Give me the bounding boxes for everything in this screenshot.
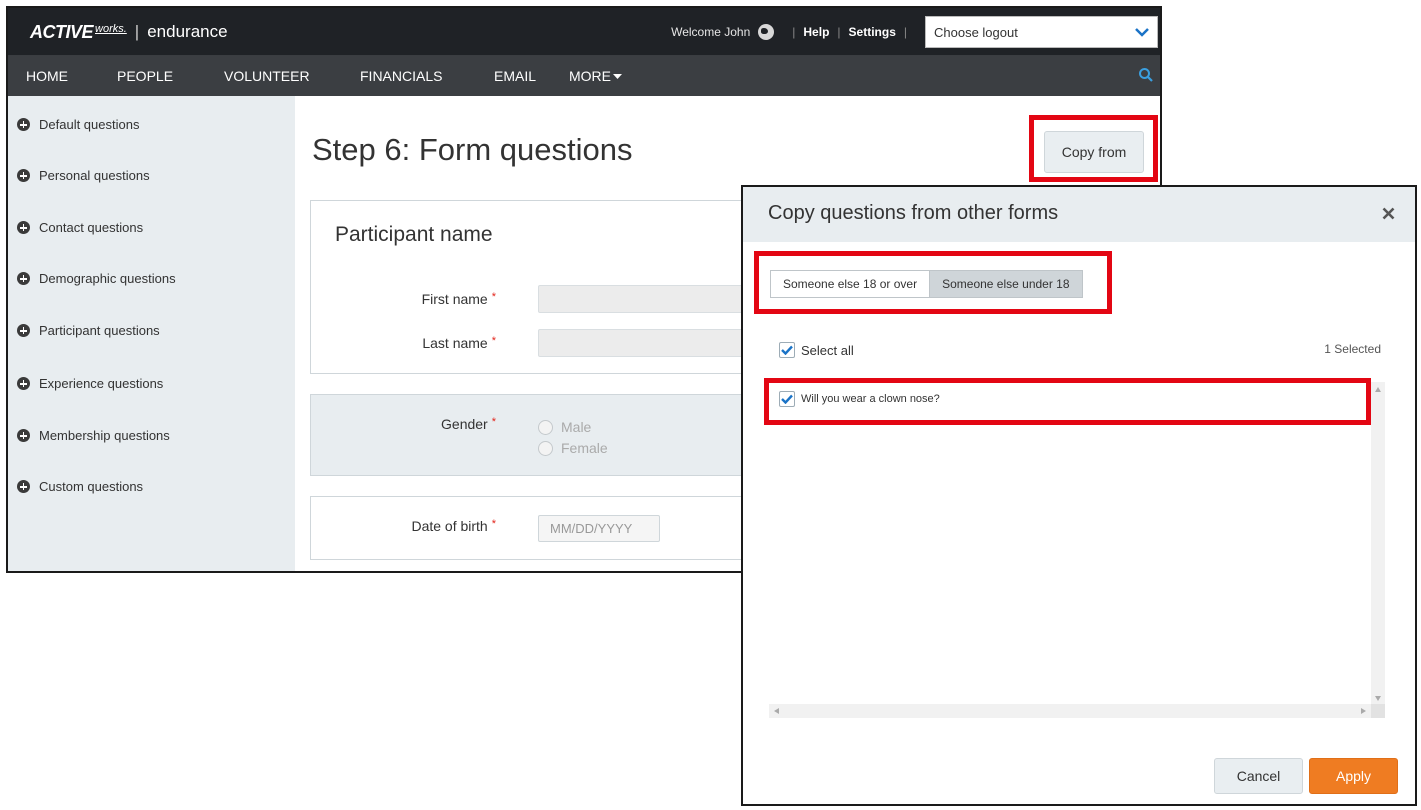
dob-label: Date of birth * bbox=[311, 518, 496, 534]
plus-circle-icon bbox=[17, 169, 30, 182]
sidebar-item-custom-questions[interactable]: Custom questions bbox=[17, 479, 143, 494]
sidebar-item-demographic-questions[interactable]: Demographic questions bbox=[17, 271, 176, 286]
plus-circle-icon bbox=[17, 480, 30, 493]
brand-works-text: works. bbox=[95, 23, 127, 35]
sidebar-item-label: Membership questions bbox=[39, 428, 170, 443]
search-icon[interactable] bbox=[1138, 67, 1154, 83]
brand-product-name: endurance bbox=[147, 22, 228, 41]
horizontal-scrollbar[interactable] bbox=[769, 704, 1371, 718]
plus-circle-icon bbox=[17, 221, 30, 234]
gender-label-text: Gender bbox=[441, 416, 488, 432]
top-right-area: Welcome John | Help | Settings | Choose … bbox=[671, 8, 1160, 56]
age-toggle-highlight bbox=[754, 251, 1112, 314]
apply-button[interactable]: Apply bbox=[1309, 758, 1398, 794]
gender-option-label: Female bbox=[561, 440, 608, 456]
question-item-highlight bbox=[764, 378, 1371, 425]
required-marker: * bbox=[491, 291, 496, 303]
gender-option-male[interactable]: Male bbox=[538, 419, 591, 435]
plus-circle-icon bbox=[17, 429, 30, 442]
page-title: Step 6: Form questions bbox=[312, 132, 633, 167]
nav-home[interactable]: HOME bbox=[26, 68, 68, 84]
sidebar-item-membership-questions[interactable]: Membership questions bbox=[17, 428, 170, 443]
selected-count: 1 Selected bbox=[1324, 342, 1381, 356]
sidebar-item-label: Default questions bbox=[39, 117, 140, 132]
plus-circle-icon bbox=[17, 377, 30, 390]
sidebar-item-label: Participant questions bbox=[39, 323, 160, 338]
scroll-up-arrow-icon[interactable] bbox=[1375, 387, 1381, 392]
required-marker: * bbox=[491, 335, 496, 347]
brand-separator: | bbox=[134, 22, 140, 41]
welcome-text: Welcome John bbox=[671, 25, 751, 39]
sidebar-item-label: Experience questions bbox=[39, 376, 164, 391]
sidebar-item-contact-questions[interactable]: Contact questions bbox=[17, 220, 143, 235]
first-name-label-text: First name bbox=[421, 291, 488, 307]
last-name-label-text: Last name bbox=[422, 335, 488, 351]
nav-people[interactable]: PEOPLE bbox=[117, 68, 173, 84]
gender-option-female[interactable]: Female bbox=[538, 440, 608, 456]
scroll-corner bbox=[1371, 704, 1385, 718]
close-icon[interactable] bbox=[1382, 207, 1395, 220]
separator: | bbox=[903, 25, 907, 39]
main-nav: HOME PEOPLE VOLUNTEER FINANCIALS EMAIL M… bbox=[8, 56, 1160, 96]
plus-circle-icon bbox=[17, 324, 30, 337]
sidebar-item-label: Demographic questions bbox=[39, 271, 176, 286]
sidebar-item-label: Custom questions bbox=[39, 479, 144, 494]
scroll-right-arrow-icon[interactable] bbox=[1361, 708, 1366, 714]
globe-icon[interactable] bbox=[758, 24, 775, 40]
logout-select-value: Choose logout bbox=[934, 24, 1018, 40]
gender-option-label: Male bbox=[561, 419, 592, 435]
plus-circle-icon bbox=[17, 272, 30, 285]
brand-logo[interactable]: ACTIVE works. | endurance bbox=[30, 21, 228, 43]
separator: | bbox=[837, 25, 841, 39]
plus-circle-icon bbox=[17, 118, 30, 131]
top-bar: ACTIVE works. | endurance Welcome John |… bbox=[8, 8, 1160, 56]
nav-volunteer[interactable]: VOLUNTEER bbox=[224, 68, 310, 84]
sidebar-item-label: Personal questions bbox=[39, 168, 150, 183]
dob-label-text: Date of birth bbox=[411, 518, 488, 534]
radio-button[interactable] bbox=[538, 419, 553, 435]
caret-down-icon bbox=[613, 74, 622, 80]
checkmark-icon bbox=[781, 345, 793, 355]
brand-active-text: ACTIVE bbox=[30, 21, 94, 42]
vertical-scrollbar[interactable] bbox=[1371, 382, 1385, 706]
dob-input[interactable]: MM/DD/YYYY bbox=[538, 515, 660, 542]
sidebar-item-experience-questions[interactable]: Experience questions bbox=[17, 376, 163, 391]
sidebar-item-personal-questions[interactable]: Personal questions bbox=[17, 168, 150, 183]
sidebar-item-participant-questions[interactable]: Participant questions bbox=[17, 323, 160, 338]
required-marker: * bbox=[491, 518, 496, 530]
nav-email[interactable]: EMAIL bbox=[494, 68, 536, 84]
select-all-label: Select all bbox=[801, 342, 854, 358]
nav-more[interactable]: MORE bbox=[569, 68, 622, 84]
settings-link[interactable]: Settings bbox=[849, 25, 896, 39]
scroll-left-arrow-icon[interactable] bbox=[774, 708, 779, 714]
gender-label: Gender * bbox=[311, 416, 496, 432]
nav-more-label: MORE bbox=[569, 68, 611, 84]
section-title: Participant name bbox=[335, 223, 493, 246]
radio-button[interactable] bbox=[538, 440, 553, 456]
copy-from-highlight bbox=[1029, 115, 1158, 182]
modal-title: Copy questions from other forms bbox=[768, 202, 1059, 224]
last-name-label: Last name * bbox=[311, 335, 496, 351]
cancel-button[interactable]: Cancel bbox=[1214, 758, 1303, 794]
first-name-label: First name * bbox=[311, 291, 496, 307]
help-link[interactable]: Help bbox=[803, 25, 829, 39]
required-marker: * bbox=[491, 416, 496, 428]
sidebar-item-default-questions[interactable]: Default questions bbox=[17, 117, 139, 132]
logout-select[interactable]: Choose logout bbox=[925, 16, 1158, 48]
nav-financials[interactable]: FINANCIALS bbox=[360, 68, 442, 84]
questions-list: Will you wear a clown nose? bbox=[769, 382, 1385, 718]
scroll-down-arrow-icon[interactable] bbox=[1375, 696, 1381, 701]
separator: | bbox=[792, 25, 796, 39]
chevron-down-icon bbox=[1135, 28, 1149, 37]
sidebar-item-label: Contact questions bbox=[39, 220, 144, 235]
modal-header: Copy questions from other forms bbox=[743, 187, 1415, 242]
select-all-checkbox[interactable] bbox=[779, 342, 795, 358]
question-category-sidebar: Default questions Personal questions Con… bbox=[8, 96, 295, 571]
select-all[interactable]: Select all bbox=[779, 342, 854, 358]
